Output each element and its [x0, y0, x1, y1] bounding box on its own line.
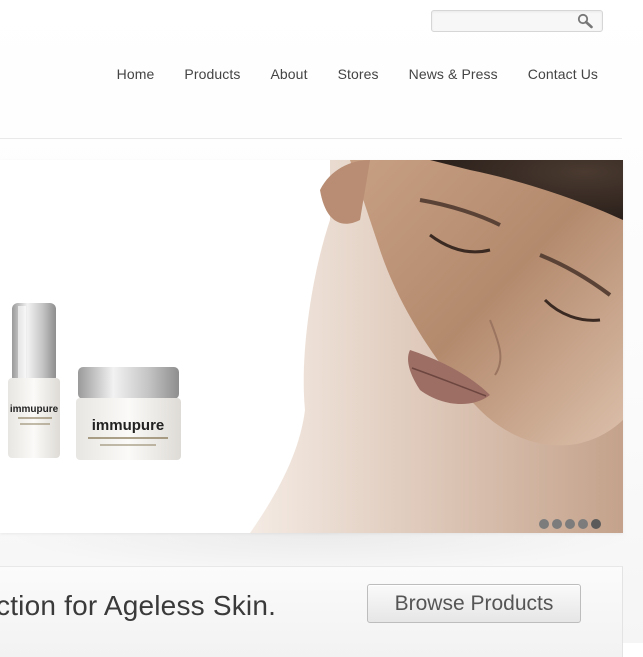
moisturizer-brand: immupure	[92, 417, 165, 434]
nav-item-home[interactable]: Home	[117, 66, 155, 82]
nav-item-about[interactable]: About	[270, 66, 307, 82]
hero-image: immupure immupure	[8, 160, 623, 533]
slider-dot-active[interactable]	[591, 519, 601, 529]
search-input[interactable]	[438, 13, 572, 30]
nav-item-news-press[interactable]: News & Press	[409, 66, 498, 82]
slider-dot[interactable]	[565, 519, 575, 529]
hero-banner: immupure immupure	[0, 160, 623, 533]
nav-item-products[interactable]: Products	[184, 66, 240, 82]
header-divider	[0, 138, 622, 139]
slider-dots	[539, 519, 601, 529]
slider-dot[interactable]	[539, 519, 549, 529]
promo-tagline: ction for Ageless Skin.	[0, 590, 277, 621]
serum-brand: immupure	[10, 404, 59, 415]
search-icon[interactable]	[576, 13, 594, 29]
slider-dot[interactable]	[578, 519, 588, 529]
main-nav: Home Products About Stores News & Press …	[117, 66, 598, 82]
nav-item-stores[interactable]: Stores	[338, 66, 379, 82]
search-box[interactable]	[431, 10, 603, 32]
browse-products-button[interactable]: Browse Products	[367, 584, 581, 623]
nav-item-contact-us[interactable]: Contact Us	[528, 66, 598, 82]
slider-dot[interactable]	[552, 519, 562, 529]
